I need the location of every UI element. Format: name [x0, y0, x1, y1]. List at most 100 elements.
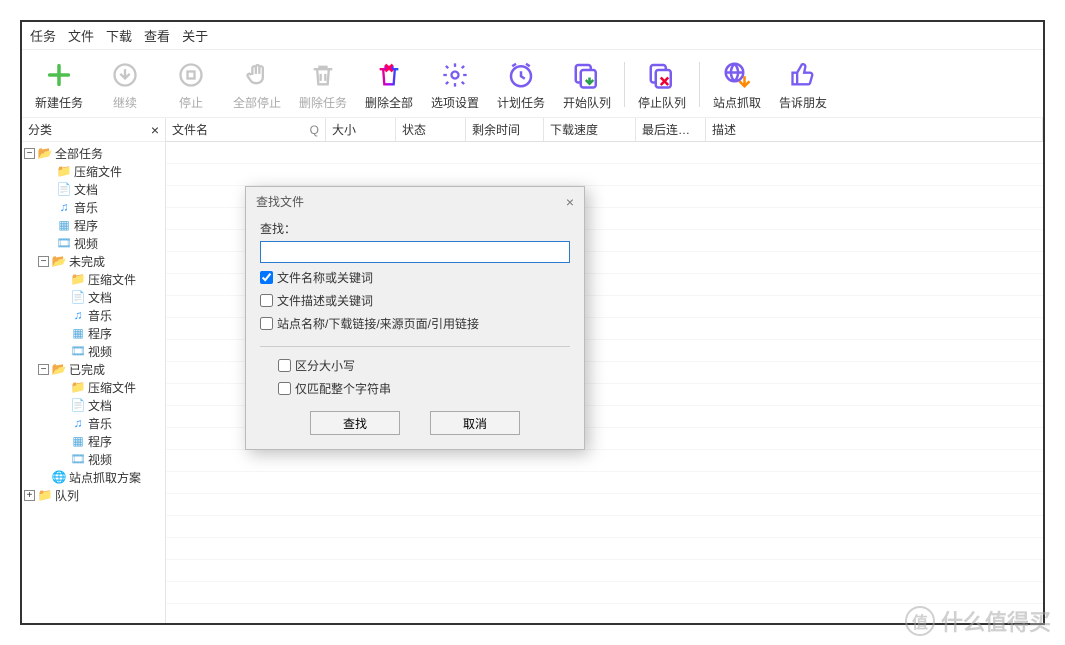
tree-node-unfinished[interactable]: − 📂 未完成 [22, 252, 165, 270]
tree-label: 文档 [88, 397, 112, 414]
video-icon: 🎞 [70, 343, 86, 359]
opt-site-checkbox[interactable] [260, 317, 273, 330]
opt-whole-label: 仅匹配整个字符串 [295, 380, 391, 397]
folder-open-icon: 📂 [37, 145, 53, 161]
folder-open-icon: 📂 [51, 253, 67, 269]
tree-node-video[interactable]: 🎞视频 [22, 234, 165, 252]
delete-all-button[interactable]: 删除全部 [356, 56, 422, 113]
tree-node-docs[interactable]: 📄文档 [22, 396, 165, 414]
tree-node-music[interactable]: ♫音乐 [22, 414, 165, 432]
tree-label: 文档 [88, 289, 112, 306]
sidebar-close-icon[interactable]: × [151, 122, 159, 138]
tree-node-finished[interactable]: − 📂 已完成 [22, 360, 165, 378]
resume-label: 继续 [113, 94, 137, 111]
tree-node-music[interactable]: ♫音乐 [22, 198, 165, 216]
watermark-text: 什么值得买 [941, 605, 1051, 637]
folder-icon: 📁 [37, 487, 53, 503]
opt-site-row[interactable]: 站点名称/下载链接/来源页面/引用链接 [260, 315, 570, 332]
delete-task-button[interactable]: 删除任务 [290, 56, 356, 113]
category-tree: − 📂 全部任务 📁压缩文件 📄文档 ♫音乐 ▦程序 🎞视频 − 📂 未完成 📁… [22, 142, 165, 623]
new-task-label: 新建任务 [35, 94, 83, 111]
tree-node-queue[interactable]: + 📁 队列 [22, 486, 165, 504]
menu-bar: 任务 文件 下载 查看 关于 [22, 22, 1043, 50]
tree-node-programs[interactable]: ▦程序 [22, 216, 165, 234]
col-remaining[interactable]: 剩余时间 [466, 118, 544, 141]
tree-label: 压缩文件 [88, 271, 136, 288]
schedule-button[interactable]: 计划任务 [488, 56, 554, 113]
resume-button[interactable]: 继续 [92, 56, 158, 113]
tell-friend-button[interactable]: 告诉朋友 [770, 56, 836, 113]
collapse-icon[interactable]: − [38, 256, 49, 267]
menu-view[interactable]: 查看 [144, 26, 170, 45]
menu-task[interactable]: 任务 [30, 26, 56, 45]
tree-node-compressed[interactable]: 📁压缩文件 [22, 270, 165, 288]
tree-label: 站点抓取方案 [69, 469, 141, 486]
col-last[interactable]: 最后连… [636, 118, 706, 141]
cancel-button[interactable]: 取消 [430, 411, 520, 435]
start-queue-button[interactable]: 开始队列 [554, 56, 620, 113]
options-label: 选项设置 [431, 94, 479, 111]
document-icon: 📄 [70, 397, 86, 413]
menu-download[interactable]: 下载 [106, 26, 132, 45]
stop-all-button[interactable]: 全部停止 [224, 56, 290, 113]
collapse-icon[interactable]: − [24, 148, 35, 159]
tree-label: 视频 [88, 451, 112, 468]
toolbar-separator [624, 62, 625, 107]
plus-icon [45, 58, 73, 92]
menu-about[interactable]: 关于 [182, 26, 208, 45]
stop-button[interactable]: 停止 [158, 56, 224, 113]
options-button[interactable]: 选项设置 [422, 56, 488, 113]
opt-case-label: 区分大小写 [295, 357, 355, 374]
opt-filename-checkbox[interactable] [260, 271, 273, 284]
archive-icon: 📁 [70, 379, 86, 395]
opt-whole-checkbox[interactable] [278, 382, 291, 395]
col-status[interactable]: 状态 [396, 118, 466, 141]
video-icon: 🎞 [56, 235, 72, 251]
opt-desc-checkbox[interactable] [260, 294, 273, 307]
opt-case-row[interactable]: 区分大小写 [278, 357, 570, 374]
stop-queue-button[interactable]: 停止队列 [629, 56, 695, 113]
hand-icon [243, 58, 271, 92]
col-size[interactable]: 大小 [326, 118, 396, 141]
opt-filename-row[interactable]: 文件名称或关键词 [260, 269, 570, 286]
expand-icon[interactable]: + [24, 490, 35, 501]
tree-label: 压缩文件 [88, 379, 136, 396]
tree-label: 全部任务 [55, 145, 103, 162]
tree-node-all-tasks[interactable]: − 📂 全部任务 [22, 144, 165, 162]
dialog-close-icon[interactable]: × [566, 194, 574, 210]
tree-node-docs[interactable]: 📄文档 [22, 288, 165, 306]
opt-whole-row[interactable]: 仅匹配整个字符串 [278, 380, 570, 397]
clock-icon [506, 58, 536, 92]
col-filename[interactable]: 文件名Q [166, 118, 326, 141]
col-speed[interactable]: 下载速度 [544, 118, 636, 141]
delete-task-label: 删除任务 [299, 94, 347, 111]
tree-node-music[interactable]: ♫音乐 [22, 306, 165, 324]
tree-node-compressed[interactable]: 📁压缩文件 [22, 378, 165, 396]
opt-case-checkbox[interactable] [278, 359, 291, 372]
search-icon[interactable]: Q [310, 123, 319, 137]
menu-file[interactable]: 文件 [68, 26, 94, 45]
music-icon: ♫ [70, 307, 86, 323]
sidebar-header: 分类 × [22, 118, 165, 142]
tree-label: 程序 [88, 325, 112, 342]
find-label: 查找： [260, 220, 570, 237]
tree-node-video[interactable]: 🎞视频 [22, 450, 165, 468]
site-grab-button[interactable]: 站点抓取 [704, 56, 770, 113]
tree-label: 视频 [74, 235, 98, 252]
col-desc[interactable]: 描述 [706, 118, 1043, 141]
tree-node-docs[interactable]: 📄文档 [22, 180, 165, 198]
opt-desc-row[interactable]: 文件描述或关键词 [260, 292, 570, 309]
tree-node-site-plan[interactable]: 🌐 站点抓取方案 [22, 468, 165, 486]
tree-node-programs[interactable]: ▦程序 [22, 324, 165, 342]
tree-label: 未完成 [69, 253, 105, 270]
find-button[interactable]: 查找 [310, 411, 400, 435]
tree-node-video[interactable]: 🎞视频 [22, 342, 165, 360]
find-input[interactable] [260, 241, 570, 263]
dialog-titlebar[interactable]: 查找文件 × [246, 187, 584, 216]
collapse-icon[interactable]: − [38, 364, 49, 375]
new-task-button[interactable]: 新建任务 [26, 56, 92, 113]
tree-node-compressed[interactable]: 📁压缩文件 [22, 162, 165, 180]
watermark: 值 什么值得买 [905, 605, 1051, 637]
trash-icon [309, 58, 337, 92]
tree-node-programs[interactable]: ▦程序 [22, 432, 165, 450]
